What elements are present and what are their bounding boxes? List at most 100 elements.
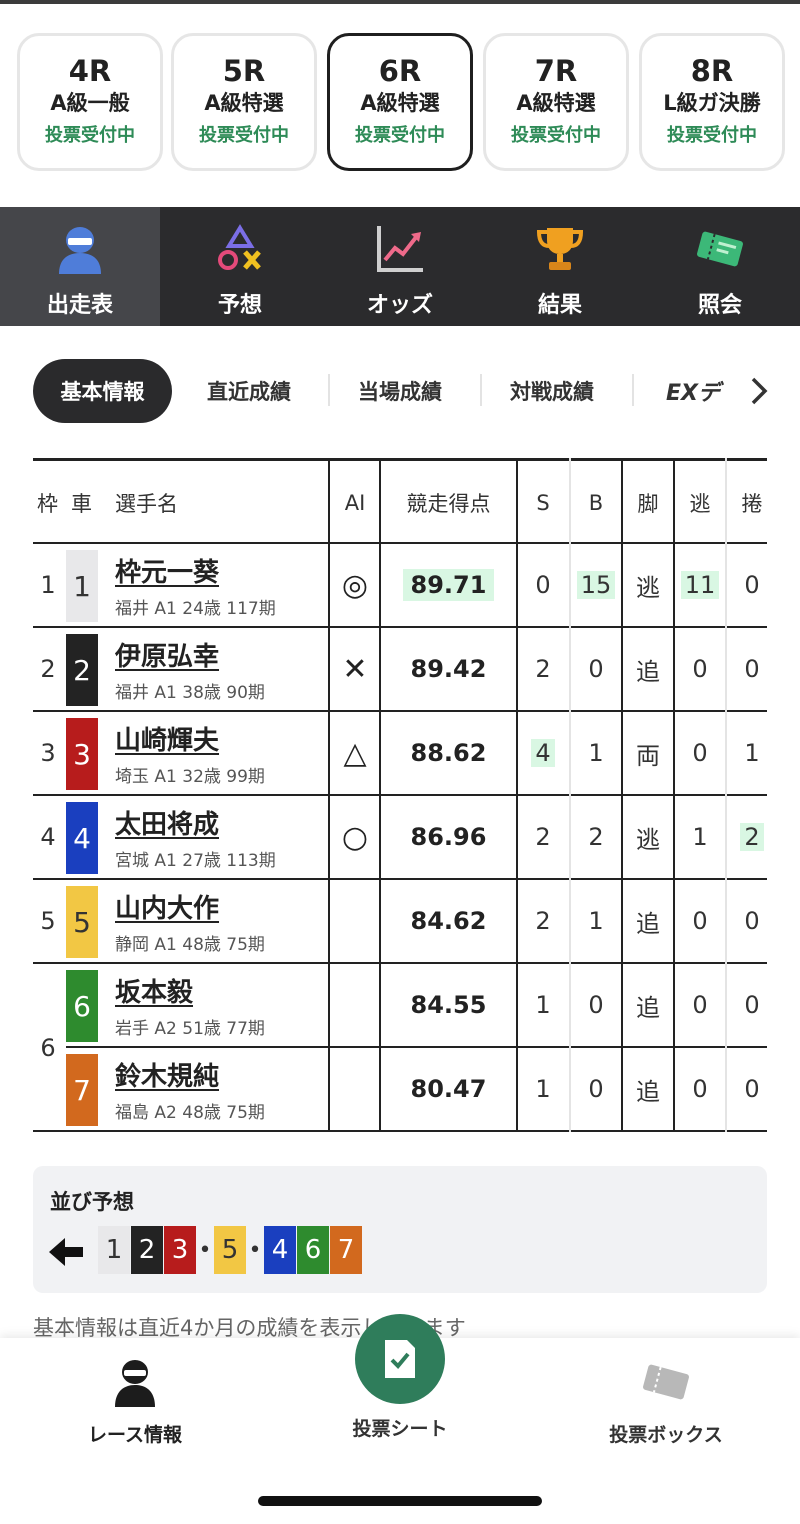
cell-kyaku: 追 xyxy=(622,880,674,962)
cell-value: 0 xyxy=(692,739,708,767)
column-divider xyxy=(379,458,381,1132)
cell-score: 89.42 xyxy=(380,628,517,710)
player-name-link[interactable]: 山崎輝夫 xyxy=(115,720,219,757)
nav-shokai[interactable]: 照会 xyxy=(640,207,800,326)
table-row: 2 伊原弘幸 福井 A1 38歳 90期 ✕ 89.42 2 0 追 0 0 xyxy=(33,628,767,712)
cell-b: 0 xyxy=(570,628,622,710)
player-name-link[interactable]: 坂本毅 xyxy=(115,972,193,1009)
race-number: 7R xyxy=(534,54,578,88)
tab-kihon-joho[interactable]: 基本情報 xyxy=(33,359,172,423)
race-class: A級特選 xyxy=(204,91,284,115)
cell-b: 0 xyxy=(570,964,622,1046)
bottom-tab-label: レース情報 xyxy=(87,1424,183,1446)
cell-value: 0 xyxy=(692,655,708,683)
race-class: A級一般 xyxy=(50,91,130,115)
player-name-link[interactable]: 鈴木規純 xyxy=(115,1056,219,1093)
player-name-link[interactable]: 太田将成 xyxy=(115,804,219,841)
bottom-tab-race-info[interactable]: レース情報 xyxy=(35,1338,235,1458)
cell-value: △ xyxy=(343,735,367,771)
cell-value: 0 xyxy=(588,655,604,683)
race-status: 投票受付中 xyxy=(45,125,135,146)
table-row: 1 枠元一葵 福井 A1 24歳 117期 ◎ 89.71 0 15 逃 11 0 xyxy=(33,544,767,628)
cell-value: 追 xyxy=(636,909,660,938)
race-card-5r[interactable]: 5R A級特選 投票受付中 xyxy=(171,33,317,171)
tab-taisen-seiseki[interactable]: 対戦成績 xyxy=(510,358,594,424)
tab-divider xyxy=(632,374,634,406)
tab-ex-data[interactable]: EXデ xyxy=(666,358,746,424)
race-selector: 4R A級一般 投票受付中 5R A級特選 投票受付中 6R A級特選 投票受付… xyxy=(0,20,800,190)
cell-nige: 0 xyxy=(674,712,726,794)
cell-makuri: 2 xyxy=(726,796,778,878)
column-divider xyxy=(516,458,518,1132)
column-divider xyxy=(621,458,623,1132)
cell-ai: ○ xyxy=(330,796,380,878)
cell-value: 89.71 xyxy=(402,569,495,601)
cell-makuri: 1 xyxy=(726,712,778,794)
bottom-tab-bar: レース情報 投票シート 投票ボックス xyxy=(0,1314,800,1524)
waku-number: 6 xyxy=(40,1034,56,1062)
cell-makuri: 0 xyxy=(726,1048,778,1130)
chevron-right-icon[interactable] xyxy=(748,376,770,406)
bottom-tab-vote-sheet[interactable]: 投票シート xyxy=(300,1406,500,1458)
cell-value: 2 xyxy=(535,907,551,935)
line-car-block: 7 xyxy=(330,1226,362,1274)
race-card-8r[interactable]: 8R L級ガ決勝 投票受付中 xyxy=(639,33,785,171)
line-car-block: 6 xyxy=(297,1226,329,1274)
race-card-7r[interactable]: 7R A級特選 投票受付中 xyxy=(483,33,629,171)
waku-number: 3 xyxy=(40,739,56,767)
nav-odds[interactable]: オッズ xyxy=(320,207,480,326)
cell-value: 0 xyxy=(692,907,708,935)
cell-s: 4 xyxy=(517,712,569,794)
cell-ai xyxy=(330,880,380,962)
race-class: L級ガ決勝 xyxy=(663,91,761,115)
nav-label: 予想 xyxy=(217,293,262,318)
tab-tojo-seiseki[interactable]: 当場成績 xyxy=(358,358,442,424)
line-prediction: 並び予想 1 2 3 • 5 • 4 6 7 xyxy=(33,1166,767,1293)
tab-chokkin-seiseki[interactable]: 直近成績 xyxy=(207,358,291,424)
cell-value: 0 xyxy=(588,1075,604,1103)
cell-value: 追 xyxy=(636,1077,660,1106)
nav-label: 照会 xyxy=(697,293,742,318)
cell-value: 両 xyxy=(636,741,660,770)
cell-value: ✕ xyxy=(342,651,368,687)
bottom-tab-vote-box[interactable]: 投票ボックス xyxy=(566,1338,766,1458)
line-car-block: 1 xyxy=(98,1226,130,1274)
cell-score: 84.62 xyxy=(380,880,517,962)
nav-yoso[interactable]: 予想 xyxy=(160,207,320,326)
player-info: 静岡 A1 48歳 75期 xyxy=(115,935,265,955)
cell-makuri: 0 xyxy=(726,880,778,962)
header-score: 競走得点 xyxy=(406,492,491,516)
cell-value: 1 xyxy=(692,823,708,851)
race-status: 投票受付中 xyxy=(355,125,445,146)
header-waku: 枠 xyxy=(37,492,58,516)
column-divider xyxy=(328,458,330,1132)
race-card-4r[interactable]: 4R A級一般 投票受付中 xyxy=(17,33,163,171)
column-divider xyxy=(725,458,727,1132)
nav-kekka[interactable]: 結果 xyxy=(480,207,640,326)
column-divider xyxy=(673,458,675,1132)
player-name-link[interactable]: 山内大作 xyxy=(115,888,219,925)
nav-shussohyo[interactable]: 出走表 xyxy=(0,207,160,326)
race-card-6r[interactable]: 6R A級特選 投票受付中 xyxy=(327,33,473,171)
cell-nige: 0 xyxy=(674,964,726,1046)
cell-value: 1 xyxy=(744,739,760,767)
race-status: 投票受付中 xyxy=(511,125,601,146)
cell-ai: △ xyxy=(330,712,380,794)
cell-nige: 0 xyxy=(674,1048,726,1130)
table-row: 4 太田将成 宮城 A1 27歳 113期 ○ 86.96 2 2 逃 1 2 xyxy=(33,796,767,880)
player-name-link[interactable]: 伊原弘幸 xyxy=(115,636,219,673)
nav-label: 結果 xyxy=(537,293,582,318)
line-car-block: 5 xyxy=(214,1226,246,1274)
checklist-icon xyxy=(385,1340,415,1378)
cell-score: 86.96 xyxy=(380,796,517,878)
cell-value: 1 xyxy=(535,1075,551,1103)
table-header: 枠 車 選手名 AI 競走得点 S B 脚 逃 捲 xyxy=(33,458,767,544)
waku-number: 2 xyxy=(40,655,56,683)
cell-value: 88.62 xyxy=(410,739,487,767)
header-nige: 逃 xyxy=(689,492,711,516)
cell-ai xyxy=(330,964,380,1046)
waku-number: 1 xyxy=(40,571,56,599)
player-name-link[interactable]: 枠元一葵 xyxy=(115,552,219,589)
top-border xyxy=(0,0,800,4)
vote-sheet-fab[interactable] xyxy=(355,1314,445,1404)
